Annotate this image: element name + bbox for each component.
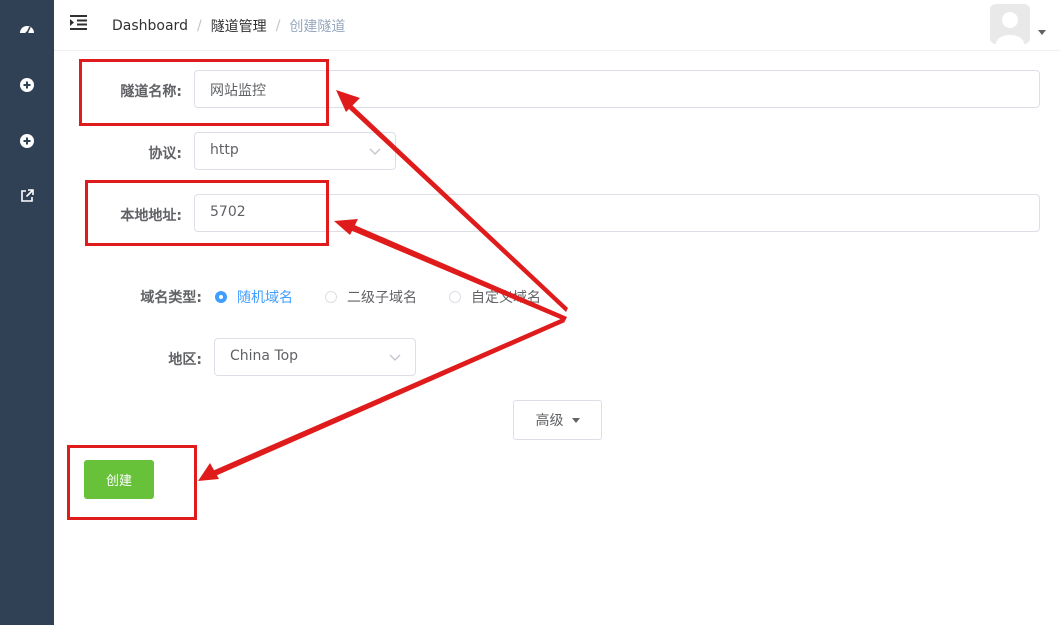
arrow-line-create bbox=[210, 318, 565, 477]
arrow-line-tunnel-name bbox=[349, 105, 568, 312]
annotation-arrows bbox=[198, 90, 568, 481]
arrow-head-tunnel-name bbox=[336, 90, 360, 112]
arrow-line-local-address bbox=[350, 224, 567, 321]
